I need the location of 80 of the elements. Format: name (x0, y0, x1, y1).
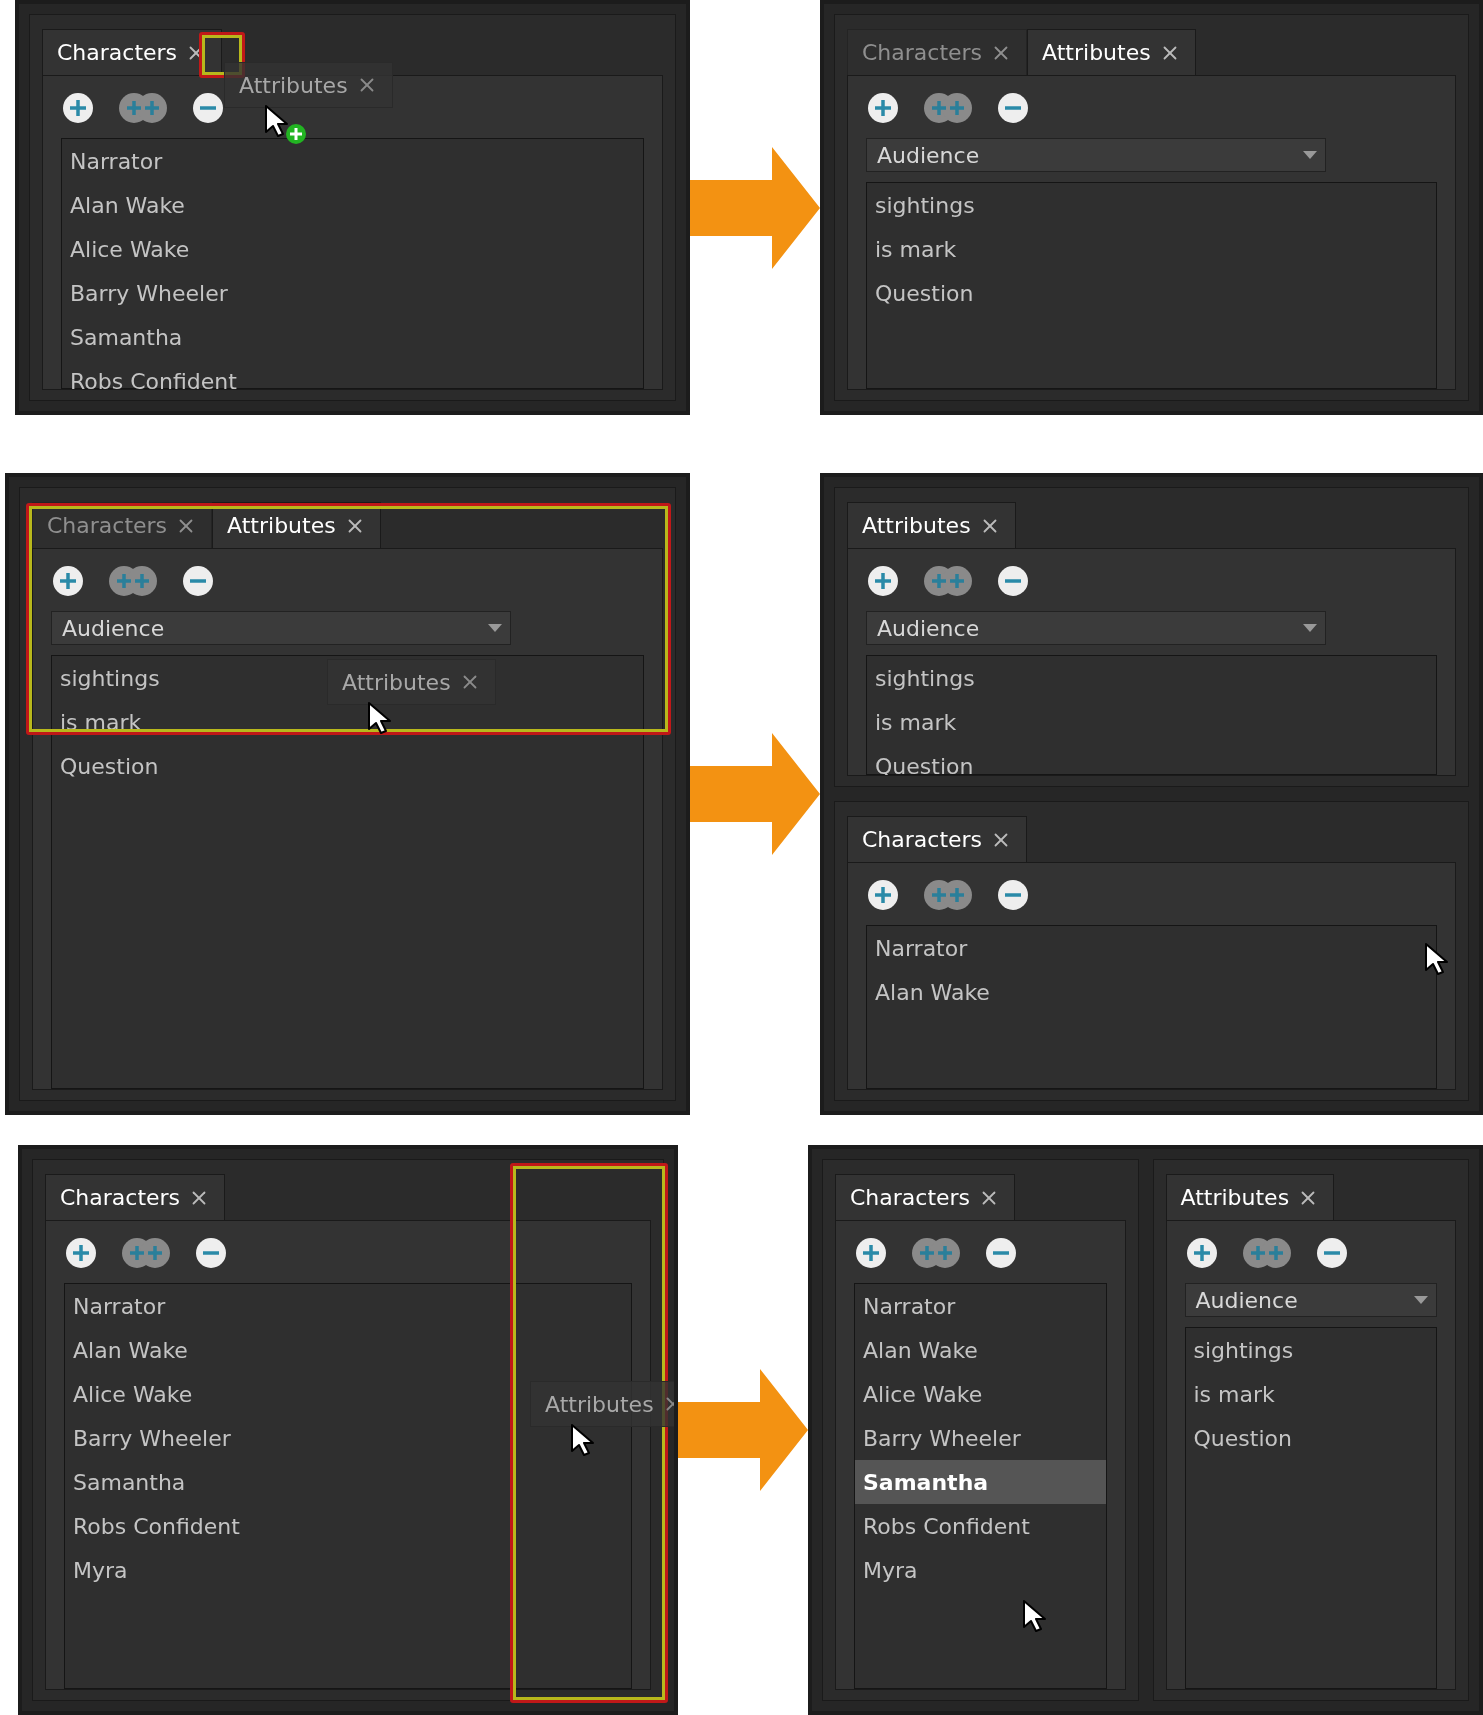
add-many-icon[interactable] (922, 564, 974, 598)
add-icon[interactable] (64, 1236, 98, 1270)
cursor-icon (1424, 942, 1448, 976)
cursor-icon (1022, 1599, 1046, 1633)
list-item[interactable]: Barry Wheeler (855, 1416, 1029, 1460)
list-item[interactable]: Samantha (62, 315, 191, 359)
add-many-icon[interactable] (117, 91, 169, 125)
add-many-icon[interactable] (107, 564, 159, 598)
add-many-icon[interactable] (1240, 1236, 1293, 1270)
list-item[interactable]: is mark (867, 227, 965, 271)
panel-tab[interactable]: Attributes (1165, 1174, 1335, 1220)
panel-tab[interactable]: Characters (42, 29, 223, 75)
dragged-tab[interactable]: Attributes (224, 62, 393, 108)
caret-icon (488, 624, 502, 632)
caret-icon (1303, 151, 1317, 159)
list-item[interactable]: Robs Confident (855, 1504, 1038, 1548)
remove-icon[interactable] (1314, 1236, 1349, 1270)
add-icon[interactable] (51, 564, 85, 598)
list-item[interactable]: Narrator (65, 1284, 174, 1328)
add-icon[interactable] (854, 1236, 888, 1270)
arrow-icon (690, 733, 820, 855)
list-item[interactable]: Samantha (855, 1460, 1106, 1504)
category-dropdown[interactable]: Audience (51, 611, 511, 645)
list-item[interactable]: sightings (1185, 1328, 1302, 1372)
add-icon[interactable] (866, 91, 900, 125)
remove-icon[interactable] (996, 91, 1030, 125)
add-icon[interactable] (61, 91, 95, 125)
dragged-tab[interactable]: Attributes (327, 659, 496, 705)
panel-tab[interactable]: Characters (835, 1174, 1016, 1220)
remove-icon[interactable] (181, 564, 215, 598)
category-dropdown[interactable]: Audience (866, 138, 1326, 172)
list-item[interactable]: Narrator (867, 926, 976, 970)
list-item[interactable]: Alice Wake (65, 1372, 201, 1416)
list-item[interactable]: Robs Confident (62, 359, 245, 389)
list-item[interactable]: sightings (867, 183, 983, 227)
add-icon[interactable] (866, 564, 900, 598)
list-item[interactable]: is mark (1185, 1372, 1283, 1416)
arrow-icon (690, 146, 820, 269)
panel-tab[interactable]: Characters (847, 29, 1028, 75)
list-item[interactable]: is mark (867, 700, 965, 744)
list-item[interactable]: Barry Wheeler (65, 1416, 239, 1460)
list-item[interactable]: Myra (65, 1548, 136, 1592)
panel-tab[interactable]: Characters (45, 1174, 226, 1220)
dragged-tab[interactable]: Attributes (530, 1381, 674, 1427)
category-dropdown[interactable]: Audience (866, 611, 1326, 645)
add-many-icon[interactable] (120, 1236, 172, 1270)
remove-icon[interactable] (194, 1236, 228, 1270)
add-many-icon[interactable] (922, 91, 974, 125)
list-item[interactable]: Question (52, 744, 167, 788)
list-item[interactable]: Alan Wake (65, 1328, 196, 1372)
list-item[interactable]: Alan Wake (855, 1328, 986, 1372)
add-icon[interactable] (866, 878, 900, 912)
panel-tab[interactable]: Attributes (847, 502, 1016, 548)
list-item[interactable]: Alice Wake (62, 227, 198, 271)
remove-icon[interactable] (984, 1236, 1018, 1270)
category-dropdown[interactable]: Audience (1184, 1283, 1437, 1317)
caret-icon (1303, 624, 1317, 632)
list-item[interactable]: Alan Wake (62, 183, 193, 227)
list-item[interactable]: Barry Wheeler (62, 271, 236, 315)
arrow-icon (678, 1369, 808, 1491)
panel-tab[interactable]: Characters (847, 816, 1028, 862)
list-item[interactable]: Alan Wake (867, 970, 998, 1014)
list-item[interactable]: Question (1185, 1416, 1300, 1460)
remove-icon[interactable] (996, 564, 1030, 598)
list-item[interactable]: Question (867, 271, 982, 315)
list-item[interactable]: Myra (855, 1548, 926, 1592)
add-many-icon[interactable] (910, 1236, 962, 1270)
list-item[interactable]: Narrator (62, 139, 171, 183)
caret-icon (1414, 1296, 1428, 1304)
remove-icon[interactable] (191, 91, 225, 125)
list-item[interactable]: Alice Wake (855, 1372, 991, 1416)
list-item[interactable]: Robs Confident (65, 1504, 248, 1548)
list-item[interactable]: sightings (52, 656, 168, 700)
remove-icon[interactable] (996, 878, 1030, 912)
list-item[interactable]: Narrator (855, 1284, 964, 1328)
add-icon[interactable] (1184, 1236, 1219, 1270)
add-many-icon[interactable] (922, 878, 974, 912)
list-item[interactable]: sightings (867, 656, 983, 700)
panel-tab[interactable]: Attributes (1027, 29, 1196, 75)
list-item[interactable]: Samantha (65, 1460, 194, 1504)
